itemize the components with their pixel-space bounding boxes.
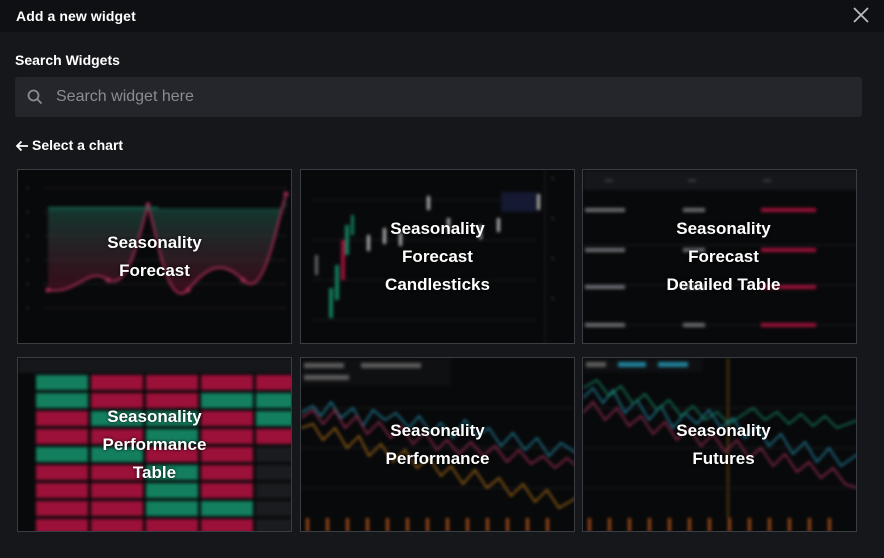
back-link[interactable]: Select a chart — [15, 137, 123, 153]
widget-card-seasonality-performance[interactable]: Seasonality Performance — [300, 357, 575, 532]
add-widget-modal: Add a new widget Search Widgets Select a… — [0, 0, 884, 558]
widget-label: Seasonality Performance — [385, 420, 490, 468]
search-box[interactable] — [15, 77, 862, 117]
modal-header: Add a new widget — [0, 0, 884, 32]
widget-label: Seasonality Forecast — [107, 232, 202, 280]
back-link-label: Select a chart — [32, 137, 124, 153]
widget-card-seasonality-forecast[interactable]: xxxxxx Seasonality Forecast — [17, 169, 292, 344]
search-icon — [27, 89, 43, 105]
widget-label: Seasonality Futures — [676, 420, 771, 468]
modal-title: Add a new widget — [16, 8, 136, 24]
search-input[interactable] — [54, 87, 818, 107]
widget-card-forecast-candlesticks[interactable]: xxxx Seasonality Forecast Candlesticks — [300, 169, 575, 344]
widget-label: Seasonality Forecast Detailed Table — [666, 218, 781, 294]
arrow-left-icon — [15, 139, 29, 152]
widget-label: Seasonality Forecast Candlesticks — [385, 218, 490, 294]
widget-label: Seasonality Performance Table — [102, 406, 207, 482]
search-label: Search Widgets — [15, 52, 120, 68]
widget-grid: xxxxxx Seasonality Forecast x x x x Seas… — [17, 169, 857, 532]
widget-card-seasonality-futures[interactable]: Seasonality Futures — [582, 357, 857, 532]
widget-card-performance-table[interactable]: Seasonality Performance Table — [17, 357, 292, 532]
close-icon[interactable] — [852, 6, 870, 24]
widget-card-forecast-detailed-table[interactable]: — — — Seasonality Forecast Detailed Tabl… — [582, 169, 857, 344]
